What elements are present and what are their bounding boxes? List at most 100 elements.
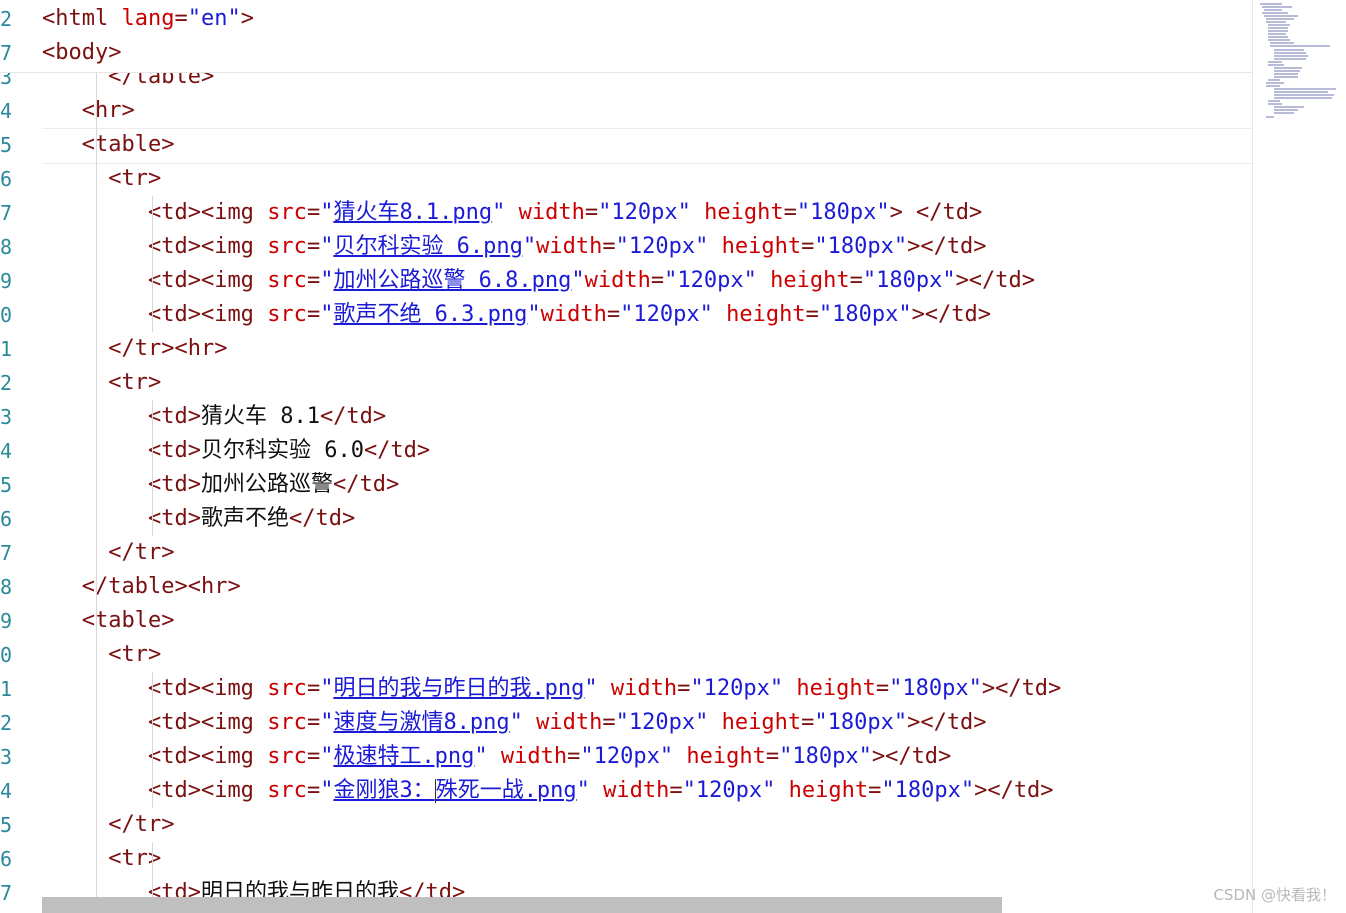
code-line[interactable]: <td><img src="明日的我与昨日的我.png" width="120p…: [42, 672, 1061, 706]
code-token-tag: <body>: [42, 40, 122, 65]
code-token-val: "120px": [620, 302, 713, 327]
code-token-tag: ></td>: [907, 710, 987, 735]
code-line[interactable]: <table>: [42, 604, 175, 638]
code-token-tag: <tr>: [108, 166, 162, 191]
code-line[interactable]: </tr><hr>: [42, 332, 227, 366]
code-line[interactable]: <tr>: [42, 842, 161, 876]
line-number: 4: [0, 779, 13, 803]
code-token-tag: <td>: [147, 438, 201, 463]
code-token-attr: height: [726, 302, 806, 327]
code-line[interactable]: <td><img src="加州公路巡警 6.8.png"width="120p…: [42, 264, 1035, 298]
code-token-tag: =: [306, 268, 321, 293]
code-token-tag: <td><img: [147, 234, 268, 259]
code-line[interactable]: <td>歌声不绝</td>: [42, 502, 355, 536]
minimap-line: [1266, 85, 1280, 87]
code-token-tag: ></td>: [907, 234, 987, 259]
code-token-tag: =: [602, 234, 616, 259]
current-line-highlight: [42, 128, 1252, 164]
code-line[interactable]: <td>贝尔科实验 6.0</td>: [42, 434, 430, 468]
code-token-val: ": [320, 710, 334, 735]
file-link[interactable]: 歌声不绝 6.3.png: [333, 302, 527, 327]
code-line[interactable]: <html lang="en">: [42, 2, 254, 36]
code-line[interactable]: <td><img src="金刚狼3：殊死一战.png" width="120p…: [42, 774, 1054, 808]
code-line[interactable]: </tr>: [42, 808, 174, 842]
line-number: 2: [0, 371, 13, 395]
code-token-val: ": [522, 234, 537, 259]
line-number: 1: [0, 677, 13, 701]
code-line[interactable]: <td><img src="贝尔科实验 6.png"width="120px" …: [42, 230, 987, 264]
code-token-val: "180px": [779, 744, 872, 769]
minimap-line: [1268, 30, 1288, 32]
sticky-scroll-header[interactable]: 2 <html lang="en"> 7 <body>: [0, 0, 1252, 73]
file-link[interactable]: 速度与激情8.png: [333, 710, 509, 735]
code-token-attr: width: [540, 302, 607, 327]
minimap-line: [1274, 67, 1302, 69]
minimap-line: [1264, 15, 1298, 17]
code-token-tag: =: [677, 676, 691, 701]
code-editor[interactable]: 3 </table> 4 <hr> 5 <table> 6 <tr> 7 <td><im…: [0, 0, 1252, 913]
code-token-attr: src: [267, 676, 307, 701]
code-token-attr: src: [267, 778, 307, 803]
code-line[interactable]: <tr>: [42, 366, 161, 400]
minimap-line: [1260, 3, 1282, 5]
minimap-line: [1268, 100, 1280, 102]
code-token-txt: 歌声不绝: [200, 506, 289, 531]
code-line[interactable]: <td><img src="歌声不绝 6.3.png"width="120px"…: [42, 298, 991, 332]
code-token-val: ": [584, 676, 598, 701]
code-token-attr: width: [603, 778, 670, 803]
line-number: 3: [0, 405, 13, 429]
file-link[interactable]: 殊死一战.png: [436, 778, 577, 803]
code-token-tag: =: [765, 744, 780, 769]
code-token-tag: </tr><hr>: [108, 336, 228, 361]
minimap-line: [1268, 64, 1284, 66]
code-token-attr: src: [267, 302, 307, 327]
code-token-val: "120px": [615, 234, 709, 259]
line-number: 0: [0, 643, 13, 667]
code-line[interactable]: <body>: [42, 36, 121, 70]
minimap-line: [1264, 9, 1282, 11]
code-line[interactable]: <tr>: [42, 162, 161, 196]
code-line[interactable]: </tr>: [42, 536, 174, 570]
code-token-tag: =: [306, 778, 321, 803]
line-number: 6: [0, 167, 13, 191]
horizontal-scrollbar[interactable]: [42, 897, 1002, 913]
file-link[interactable]: 贝尔科实验 6.png: [333, 234, 522, 259]
line-number: 4: [0, 439, 13, 463]
code-line[interactable]: <td><img src="速度与激情8.png" width="120px" …: [42, 706, 987, 740]
minimap-line: [1266, 82, 1284, 84]
code-token-attr: height: [704, 200, 784, 225]
minimap-line: [1268, 103, 1282, 105]
code-token-tag: </td>: [332, 472, 400, 497]
indent-guide: [152, 400, 153, 536]
code-token-txt: 猜火车 8.1: [200, 404, 320, 429]
code-token-tag: </td>: [319, 404, 387, 429]
file-link[interactable]: 金刚狼3：: [333, 778, 434, 803]
minimap-line: [1274, 70, 1300, 72]
code-line[interactable]: <td>猜火车 8.1</td>: [42, 400, 386, 434]
code-line[interactable]: <td><img src="猜火车8.1.png" width="120px" …: [42, 196, 982, 230]
file-link[interactable]: 加州公路巡警 6.8.png: [333, 268, 571, 293]
code-token-tag: <tr>: [108, 642, 162, 667]
file-link[interactable]: 明日的我与昨日的我.png: [333, 676, 584, 701]
code-line[interactable]: <hr>: [42, 94, 135, 128]
code-token-tag: <hr>: [81, 98, 135, 123]
line-number: 7: [0, 41, 13, 65]
code-line[interactable]: <td><img src="极速特工.png" width="120px" he…: [42, 740, 951, 774]
line-number: 8: [0, 235, 13, 259]
file-link[interactable]: 猜火车8.1.png: [333, 200, 492, 225]
minimap[interactable]: [1256, 0, 1346, 913]
code-token-val: ": [320, 676, 334, 701]
file-link[interactable]: 极速特工.png: [333, 744, 474, 769]
code-token-val: "180px": [814, 710, 908, 735]
code-line[interactable]: </table><hr>: [42, 570, 241, 604]
code-token-tag: =: [567, 744, 581, 769]
code-token-attr: src: [267, 268, 307, 293]
code-line[interactable]: <tr>: [42, 638, 161, 672]
minimap-line: [1266, 18, 1294, 20]
code-token-attr: src: [267, 200, 307, 225]
